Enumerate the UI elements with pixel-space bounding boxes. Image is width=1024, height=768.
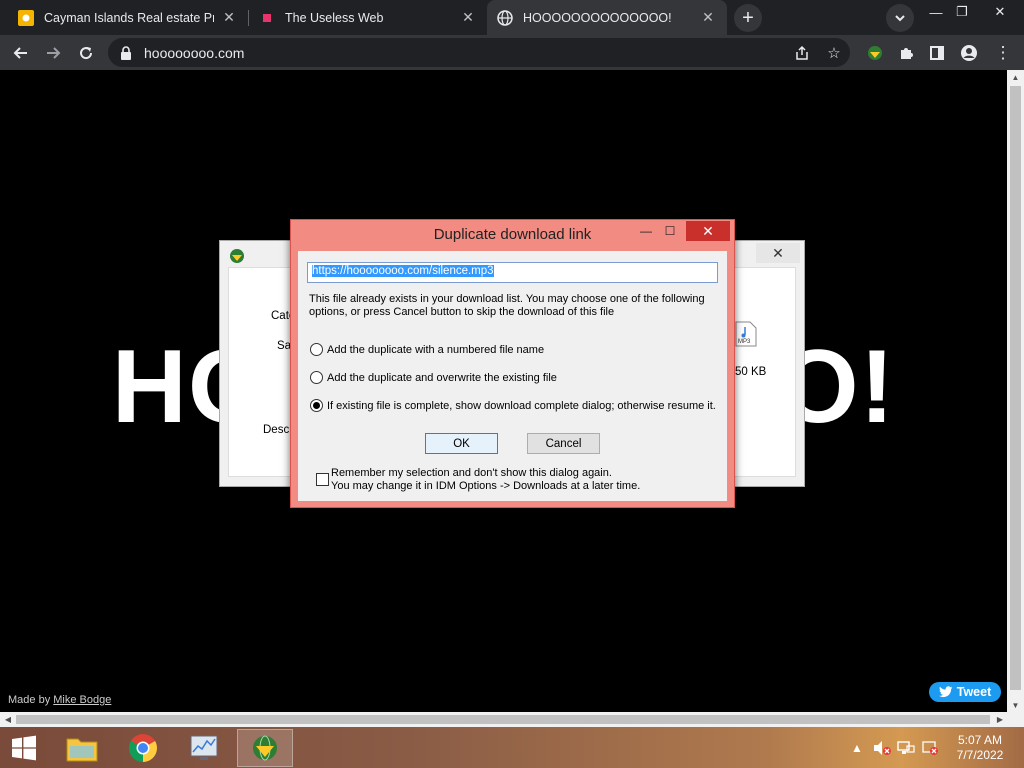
- dialog-maximize-button[interactable]: ☐: [660, 221, 680, 241]
- tweet-button[interactable]: Tweet: [929, 682, 1001, 702]
- system-clock[interactable]: 5:07 AM 7/7/2022: [948, 733, 1012, 763]
- browser-toolbar: hoooooooo.com ☆ ⋮: [0, 35, 1024, 70]
- ok-button[interactable]: OK: [425, 433, 498, 454]
- made-by-prefix: Made by: [8, 694, 51, 706]
- option-label: If existing file is complete, show downl…: [327, 399, 716, 412]
- idm-globe-icon: [253, 735, 277, 761]
- vertical-scrollbar[interactable]: ▲ ▼: [1007, 70, 1024, 712]
- remember-line-1: Remember my selection and don't show thi…: [331, 467, 612, 479]
- duplicate-message: This file already exists in your downloa…: [309, 293, 705, 318]
- back-arrow-icon: [13, 47, 27, 59]
- description-label: Descr: [263, 424, 294, 436]
- option-overwrite[interactable]: Add the duplicate and overwrite the exis…: [310, 371, 557, 384]
- dialog-close-button[interactable]: ✕: [686, 221, 730, 241]
- option-label: Add the duplicate and overwrite the exis…: [327, 371, 557, 384]
- reload-button[interactable]: [71, 38, 101, 68]
- action-center-alert-icon[interactable]: [920, 727, 940, 768]
- dialog-body: https://hoooooooo.com/silence.mp3 This f…: [298, 251, 727, 501]
- remember-selection-label: Remember my selection and don't show thi…: [331, 467, 640, 493]
- option-resume[interactable]: If existing file is complete, show downl…: [310, 399, 716, 412]
- network-icon[interactable]: [896, 727, 916, 768]
- horizontal-scroll-thumb[interactable]: [16, 715, 990, 724]
- duplicate-download-dialog: Duplicate download link — ☐ ✕ https://ho…: [290, 219, 735, 508]
- performance-monitor-taskbar-button[interactable]: [176, 729, 232, 767]
- remember-selection-checkbox[interactable]: [316, 473, 329, 486]
- tweet-label: Tweet: [956, 685, 992, 699]
- close-icon[interactable]: ✕: [459, 9, 477, 27]
- radio-unchecked[interactable]: [310, 371, 323, 384]
- file-size-text: 50 KB: [735, 366, 767, 378]
- idm-extension-icon[interactable]: [860, 38, 890, 68]
- bookmark-star-icon[interactable]: ☆: [818, 44, 850, 62]
- file-explorer-taskbar-button[interactable]: [54, 729, 110, 767]
- scroll-right-icon[interactable]: ▶: [993, 712, 1007, 727]
- dialog-minimize-button[interactable]: —: [636, 221, 656, 241]
- close-icon[interactable]: ✕: [699, 9, 717, 27]
- tab-cayman-islands[interactable]: Cayman Islands Real estate Prope ✕: [8, 0, 248, 35]
- idm-close-button[interactable]: ✕: [756, 243, 800, 263]
- windows-logo-icon: [12, 735, 36, 761]
- forward-button[interactable]: [38, 38, 68, 68]
- mp3-file-icon: MP3: [735, 321, 757, 352]
- radio-unchecked[interactable]: [310, 343, 323, 356]
- reload-icon: [80, 47, 93, 60]
- folder-icon: [66, 738, 98, 762]
- tab-useless-web[interactable]: The Useless Web ✕: [249, 0, 487, 35]
- vertical-scroll-thumb[interactable]: [1010, 86, 1021, 690]
- scroll-left-icon[interactable]: ◀: [1, 712, 15, 727]
- chevron-down-icon: [895, 15, 905, 22]
- volume-muted-icon[interactable]: [872, 727, 892, 768]
- address-bar[interactable]: hoooooooo.com ☆: [108, 38, 850, 67]
- option-label: Add the duplicate with a numbered file n…: [327, 343, 545, 356]
- url-text: hoooooooo.com: [144, 44, 245, 61]
- tab-title: The Useless Web: [285, 10, 384, 25]
- tab-search-button[interactable]: [886, 4, 914, 32]
- kebab-menu-icon[interactable]: ⋮: [988, 38, 1018, 68]
- restore-window-button[interactable]: ❐: [946, 0, 978, 24]
- scroll-up-icon[interactable]: ▲: [1007, 70, 1024, 84]
- twitter-bird-icon: [938, 686, 953, 698]
- start-button[interactable]: [0, 729, 48, 767]
- radio-checked[interactable]: [310, 399, 323, 412]
- close-window-button[interactable]: ✕: [984, 0, 1016, 24]
- tab-hooooo[interactable]: HOOOOOOOOOOOOOO! ✕: [487, 0, 727, 35]
- forward-arrow-icon: [47, 47, 61, 59]
- chrome-taskbar-button[interactable]: [115, 729, 171, 767]
- chrome-icon: [129, 734, 157, 762]
- monitor-chart-icon: [190, 735, 218, 760]
- side-panel-icon[interactable]: [922, 38, 952, 68]
- new-tab-button[interactable]: +: [734, 4, 762, 32]
- profile-avatar-icon[interactable]: [954, 38, 984, 68]
- made-by-credit: Made by Mike Bodge: [8, 694, 111, 706]
- idm-taskbar-button[interactable]: [237, 729, 293, 767]
- mp3-icon-label: MP3: [738, 339, 751, 345]
- horizontal-scrollbar[interactable]: ◀ ▶: [0, 712, 1024, 727]
- option-numbered-name[interactable]: Add the duplicate with a numbered file n…: [310, 343, 544, 356]
- clock-time: 5:07 AM: [957, 733, 1003, 747]
- pink-square-favicon-icon: [259, 10, 275, 26]
- show-hidden-icons-button[interactable]: ▲: [850, 727, 864, 768]
- clock-date: 7/7/2022: [956, 748, 1004, 762]
- tab-strip: Cayman Islands Real estate Prope ✕ The U…: [0, 0, 1024, 35]
- extensions-puzzle-icon[interactable]: [891, 38, 921, 68]
- windows-taskbar: ▲ 5:07 AM 7/7/2022: [0, 727, 1024, 768]
- duplicate-url-selected: https://hoooooooo.com/silence.mp3: [312, 265, 494, 277]
- tab-title: Cayman Islands Real estate Prope: [44, 10, 214, 25]
- made-by-link[interactable]: Mike Bodge: [53, 694, 111, 706]
- globe-favicon-icon: [497, 9, 513, 26]
- remember-line-2: You may change it in IDM Options -> Down…: [331, 480, 641, 492]
- cancel-button[interactable]: Cancel: [527, 433, 600, 454]
- back-button[interactable]: [6, 38, 36, 68]
- lock-icon[interactable]: [120, 45, 136, 60]
- close-icon[interactable]: ✕: [220, 9, 238, 27]
- scroll-down-icon[interactable]: ▼: [1007, 698, 1024, 712]
- sun-favicon-icon: [18, 9, 34, 26]
- tab-title: HOOOOOOOOOOOOOO!: [523, 10, 672, 25]
- duplicate-url-field[interactable]: https://hoooooooo.com/silence.mp3: [307, 262, 718, 283]
- share-icon[interactable]: [786, 45, 818, 61]
